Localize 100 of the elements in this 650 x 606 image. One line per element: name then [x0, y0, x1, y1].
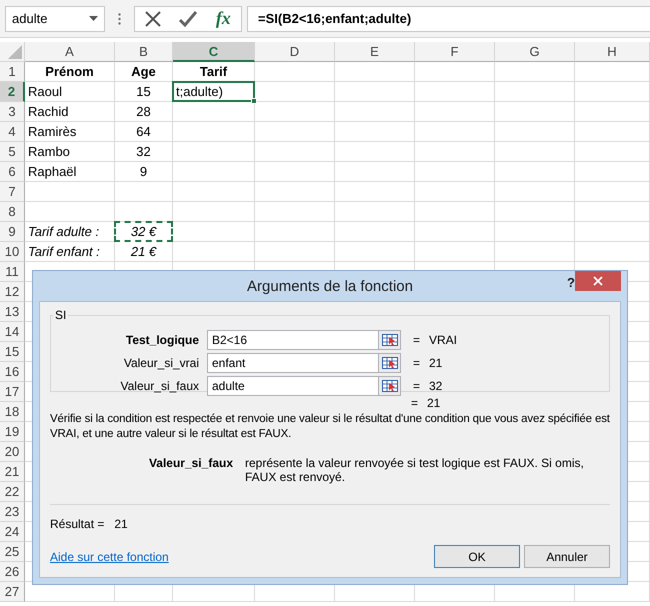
- table-cell[interactable]: [255, 182, 335, 202]
- row-header[interactable]: 25: [0, 542, 25, 562]
- table-cell[interactable]: [173, 162, 255, 182]
- row-header[interactable]: 17: [0, 382, 25, 402]
- table-cell[interactable]: [495, 242, 575, 262]
- table-cell[interactable]: Prénom: [25, 62, 115, 82]
- table-cell[interactable]: [575, 142, 650, 162]
- fill-handle[interactable]: [251, 98, 257, 104]
- table-cell[interactable]: 32 €: [114, 221, 173, 242]
- column-header[interactable]: H: [575, 42, 650, 62]
- column-header[interactable]: C: [173, 42, 255, 62]
- table-cell[interactable]: [255, 102, 335, 122]
- table-cell[interactable]: Ramirès: [25, 122, 115, 142]
- table-cell[interactable]: 9: [115, 162, 173, 182]
- row-header[interactable]: 1: [0, 62, 25, 82]
- table-cell[interactable]: [255, 62, 335, 82]
- row-header[interactable]: 20: [0, 442, 25, 462]
- table-cell[interactable]: [575, 62, 650, 82]
- table-cell[interactable]: Age: [115, 62, 173, 82]
- table-cell[interactable]: [495, 102, 575, 122]
- table-cell[interactable]: [335, 242, 415, 262]
- table-cell[interactable]: [415, 62, 495, 82]
- formula-field[interactable]: =SI(B2<16;enfant;adulte): [247, 6, 650, 32]
- table-cell[interactable]: [335, 182, 415, 202]
- row-header[interactable]: 15: [0, 342, 25, 362]
- table-cell[interactable]: [495, 222, 575, 242]
- name-box[interactable]: adulte: [5, 6, 105, 32]
- row-header[interactable]: 10: [0, 242, 25, 262]
- table-cell[interactable]: [25, 182, 115, 202]
- table-cell[interactable]: [415, 242, 495, 262]
- row-header[interactable]: 9: [0, 222, 25, 242]
- row-header[interactable]: 2: [0, 82, 25, 102]
- row-header[interactable]: 22: [0, 482, 25, 502]
- table-cell[interactable]: Raoul: [25, 82, 115, 102]
- argument-field[interactable]: enfant: [207, 352, 379, 372]
- table-cell[interactable]: [575, 162, 650, 182]
- table-cell[interactable]: [335, 102, 415, 122]
- table-cell[interactable]: [335, 122, 415, 142]
- table-cell[interactable]: [335, 62, 415, 82]
- table-cell[interactable]: [495, 202, 575, 222]
- table-cell[interactable]: [415, 102, 495, 122]
- select-all-button[interactable]: [0, 42, 25, 62]
- table-cell[interactable]: Rambo: [25, 142, 115, 162]
- table-cell[interactable]: [335, 142, 415, 162]
- row-header[interactable]: 5: [0, 142, 25, 162]
- table-cell[interactable]: [575, 202, 650, 222]
- row-header[interactable]: 8: [0, 202, 25, 222]
- table-cell[interactable]: [495, 62, 575, 82]
- collapse-button[interactable]: [379, 352, 401, 372]
- row-header[interactable]: 4: [0, 122, 25, 142]
- table-cell[interactable]: Raphaël: [25, 162, 115, 182]
- table-cell[interactable]: [255, 242, 335, 262]
- close-button[interactable]: [575, 271, 621, 291]
- table-cell[interactable]: [495, 82, 575, 102]
- table-cell[interactable]: [255, 202, 335, 222]
- table-cell[interactable]: [495, 182, 575, 202]
- column-header[interactable]: G: [495, 42, 575, 62]
- table-cell[interactable]: 28: [115, 102, 173, 122]
- table-cell[interactable]: 21 €: [115, 242, 173, 262]
- table-cell[interactable]: [255, 162, 335, 182]
- table-cell[interactable]: [335, 202, 415, 222]
- row-header[interactable]: 13: [0, 302, 25, 322]
- table-cell[interactable]: Tarif adulte :: [25, 222, 115, 242]
- table-cell[interactable]: [255, 142, 335, 162]
- table-cell[interactable]: [25, 202, 115, 222]
- table-cell[interactable]: [415, 222, 495, 242]
- table-cell[interactable]: [415, 162, 495, 182]
- row-header[interactable]: 19: [0, 422, 25, 442]
- table-cell[interactable]: [335, 162, 415, 182]
- row-header[interactable]: 27: [0, 582, 25, 602]
- column-header[interactable]: E: [335, 42, 415, 62]
- table-cell[interactable]: [415, 202, 495, 222]
- table-cell[interactable]: [173, 122, 255, 142]
- table-cell[interactable]: [335, 82, 415, 102]
- table-cell[interactable]: [495, 162, 575, 182]
- table-cell[interactable]: [415, 182, 495, 202]
- drag-handle-icon[interactable]: [118, 12, 121, 24]
- table-cell[interactable]: [173, 102, 255, 122]
- column-header[interactable]: A: [25, 42, 115, 62]
- table-cell[interactable]: [415, 82, 495, 102]
- table-cell[interactable]: [255, 122, 335, 142]
- help-link[interactable]: Aide sur cette fonction: [50, 550, 169, 564]
- row-header[interactable]: 16: [0, 362, 25, 382]
- row-header[interactable]: 6: [0, 162, 25, 182]
- table-cell[interactable]: [173, 222, 255, 242]
- column-header[interactable]: B: [115, 42, 173, 62]
- row-header[interactable]: 18: [0, 402, 25, 422]
- collapse-button[interactable]: [379, 330, 401, 350]
- table-cell[interactable]: [173, 182, 255, 202]
- row-header[interactable]: 11: [0, 262, 25, 282]
- table-cell[interactable]: 64: [115, 122, 173, 142]
- table-cell[interactable]: 15: [115, 82, 173, 102]
- row-header[interactable]: 21: [0, 462, 25, 482]
- table-cell[interactable]: [575, 122, 650, 142]
- table-cell[interactable]: [255, 222, 335, 242]
- table-cell[interactable]: [173, 242, 255, 262]
- table-cell[interactable]: [415, 122, 495, 142]
- table-cell[interactable]: [173, 142, 255, 162]
- row-header[interactable]: 3: [0, 102, 25, 122]
- table-cell[interactable]: [575, 102, 650, 122]
